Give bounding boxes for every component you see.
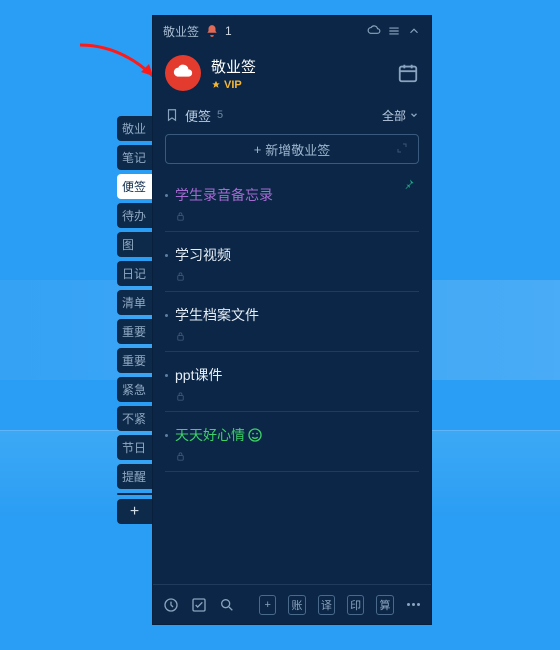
search-icon[interactable] (219, 596, 235, 614)
sidetab-0[interactable]: 敬业 (117, 116, 152, 141)
chevron-down-icon (409, 110, 419, 120)
lock-icon (175, 331, 186, 342)
category-count: 5 (217, 109, 223, 121)
bottom-toolbar: + 账 译 印 算 (153, 584, 431, 624)
collapse-icon[interactable] (407, 24, 421, 38)
app-header: 敬业签 VIP (153, 46, 431, 100)
note-title-text: 天天好心情 (175, 426, 245, 444)
note-title: ppt课件 (175, 366, 413, 384)
sidetab-label: 重要 (122, 323, 146, 340)
app-logo[interactable] (165, 55, 201, 91)
account-button[interactable]: 账 (288, 595, 305, 615)
titlebar-app-name: 敬业签 (163, 23, 199, 40)
add-note-label: 新增敬业签 (265, 140, 330, 159)
lock-icon (175, 451, 186, 462)
sidetab-3[interactable]: 待办 (117, 203, 152, 228)
note-title: 学生录音备忘录 (175, 186, 413, 204)
more-icon[interactable] (406, 596, 421, 614)
expand-icon (396, 142, 408, 157)
sidetab-10[interactable]: 不紧 (117, 406, 152, 431)
note-title: 天天好心情 (175, 426, 413, 444)
calendar-icon[interactable] (397, 62, 419, 84)
menu-icon[interactable] (387, 24, 401, 38)
sidetab-label: 图 (122, 236, 134, 253)
note-meta (175, 270, 413, 285)
lock-icon (175, 211, 186, 222)
history-icon[interactable] (163, 596, 179, 614)
checkbox-icon[interactable] (191, 596, 207, 614)
sidetab-label: 笔记 (122, 149, 146, 166)
translate-button[interactable]: 译 (318, 595, 335, 615)
lock-icon (175, 271, 186, 282)
notification-bell-icon[interactable] (205, 24, 219, 38)
note-meta (175, 390, 413, 405)
add-box-icon[interactable]: + (259, 595, 276, 615)
sidetab-1[interactable]: 笔记 (117, 145, 152, 170)
sidetab-label: 清单 (122, 294, 146, 311)
sidetab-5[interactable]: 日记 (117, 261, 152, 286)
app-title: 敬业签 (211, 56, 256, 77)
sidetab-9[interactable]: 紧急 (117, 377, 152, 402)
note-title: 学生档案文件 (175, 306, 413, 324)
sidetab-label: 紧急 (122, 381, 146, 398)
note-meta (175, 450, 413, 465)
plus-icon: + (254, 142, 262, 157)
filter-label: 全部 (382, 107, 406, 124)
note-meta (175, 210, 413, 225)
sidetab-2[interactable]: 便签 (117, 174, 152, 199)
sidetab-label: 便签 (122, 178, 146, 195)
note-item[interactable]: ppt课件 (165, 352, 419, 412)
add-note-button[interactable]: + 新增敬业签 (165, 134, 419, 164)
side-tabs: 敬业 笔记 便签 待办 图 日记 清单 重要 重要 紧急 不紧 节日 提醒 + (117, 116, 152, 524)
sidetab-4[interactable]: 图 (117, 232, 152, 257)
vip-label: VIP (224, 79, 242, 91)
category-label[interactable]: 便签 (185, 106, 211, 125)
note-item[interactable]: 学生档案文件 (165, 292, 419, 352)
sidetab-6[interactable]: 清单 (117, 290, 152, 315)
app-window: 敬业签 1 敬业签 VIP (152, 15, 432, 625)
note-item[interactable]: 学习视频 (165, 232, 419, 292)
sidetab-8[interactable]: 重要 (117, 348, 152, 373)
sidetab-label: 提醒 (122, 468, 146, 485)
note-item[interactable]: 学生录音备忘录 (165, 172, 419, 232)
sidetab-label: 节日 (122, 439, 146, 456)
sidetab-7[interactable]: 重要 (117, 319, 152, 344)
note-title: 学习视频 (175, 246, 413, 264)
sidetab-label: 敬业 (122, 120, 146, 137)
lock-icon (175, 391, 186, 402)
calc-button[interactable]: 算 (376, 595, 393, 615)
note-meta (175, 330, 413, 345)
sidetab-label: 日记 (122, 265, 146, 282)
vip-badge: VIP (211, 79, 256, 91)
category-header: 便签 5 全部 (153, 100, 431, 130)
print-button[interactable]: 印 (347, 595, 364, 615)
note-item[interactable]: 天天好心情 (165, 412, 419, 472)
notification-count: 1 (225, 24, 232, 38)
sidetab-12[interactable]: 提醒 (117, 464, 152, 489)
sidetab-add[interactable]: + (117, 499, 152, 524)
bookmark-icon (165, 108, 179, 122)
sidetab-divider (117, 493, 152, 495)
sidetab-label: 重要 (122, 352, 146, 369)
sidetab-label: 不紧 (122, 410, 146, 427)
cloud-sync-icon[interactable] (367, 24, 381, 38)
notes-list: 学生录音备忘录 学习视频 学生档案文件 ppt课件 天天好心情 (153, 172, 431, 584)
sidetab-11[interactable]: 节日 (117, 435, 152, 460)
filter-all[interactable]: 全部 (382, 107, 419, 124)
sidetab-label: 待办 (122, 207, 146, 224)
titlebar: 敬业签 1 (153, 16, 431, 46)
smiley-icon (247, 427, 263, 443)
